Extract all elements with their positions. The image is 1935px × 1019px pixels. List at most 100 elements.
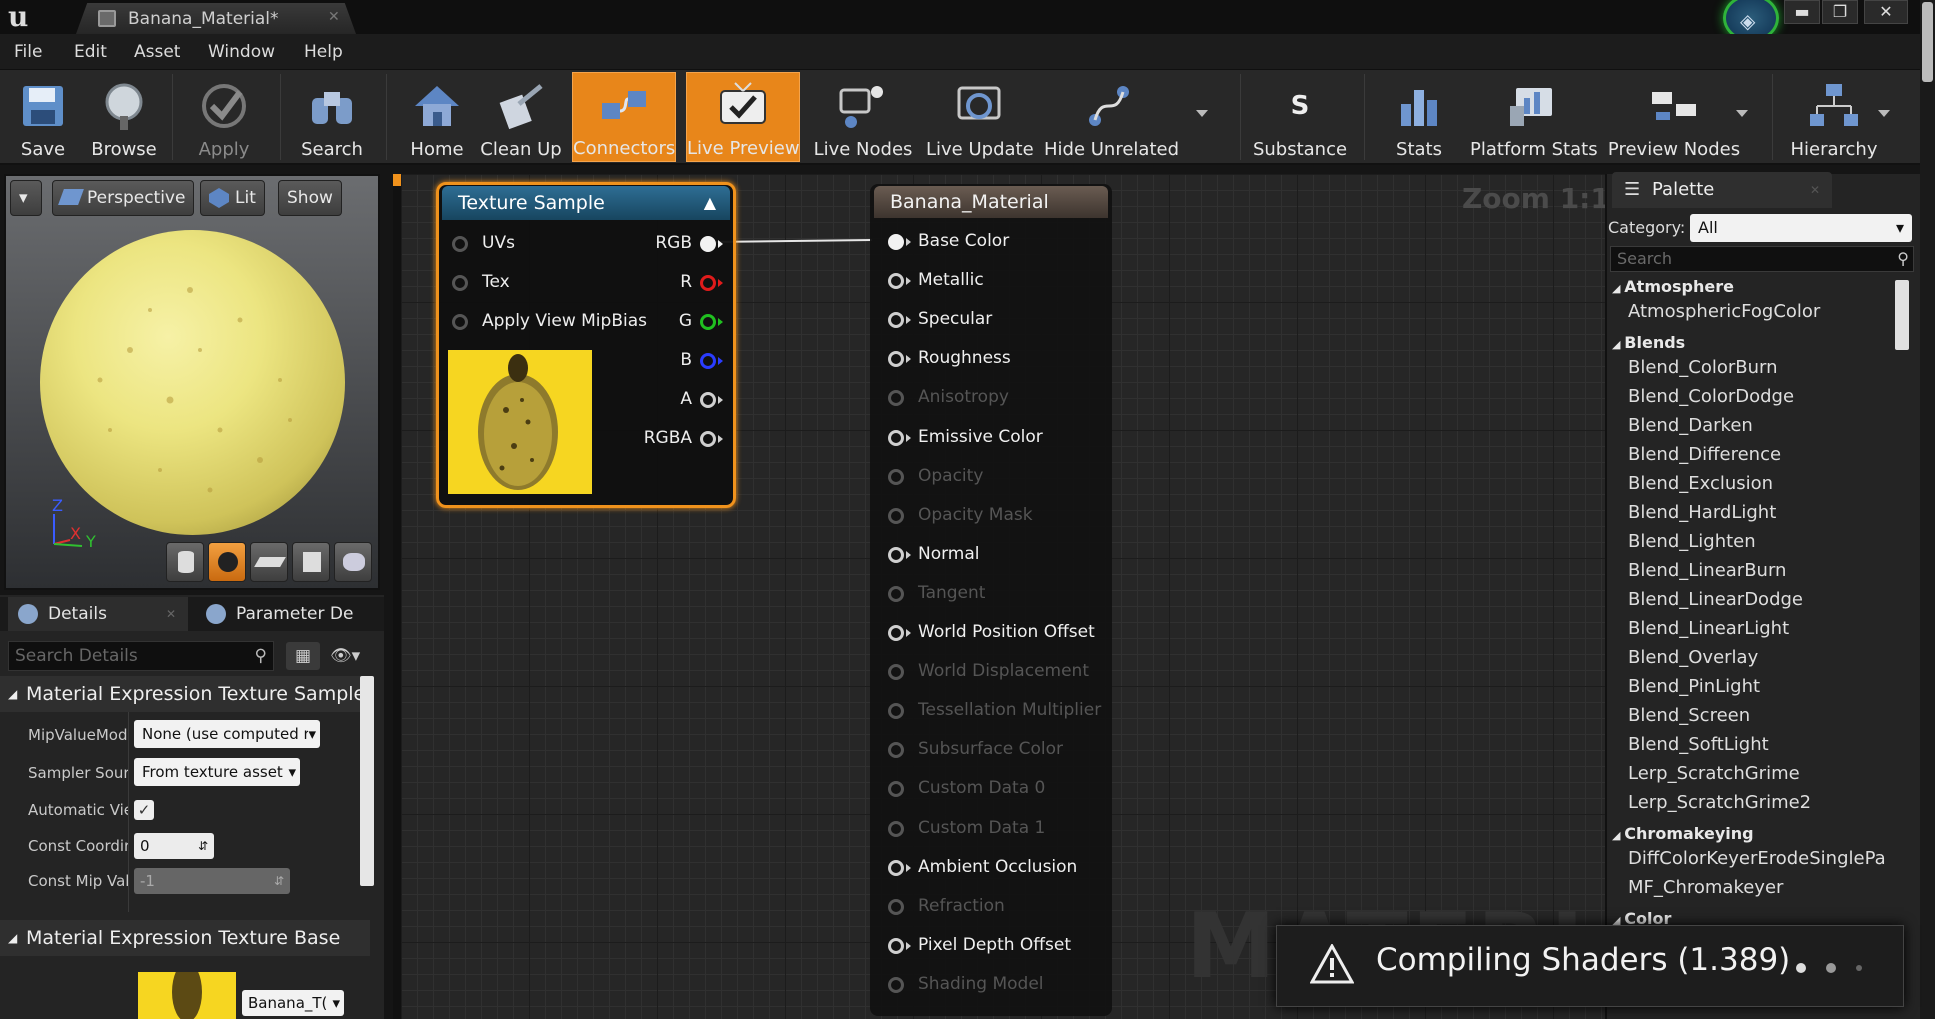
search-button[interactable]: Search: [292, 72, 372, 162]
visibility-options-button[interactable]: 👁▾: [330, 642, 376, 670]
output-pin-icon[interactable]: [700, 392, 716, 408]
category-combo[interactable]: All ▾: [1690, 214, 1912, 242]
tab-palette[interactable]: ☰ Palette ✕: [1612, 172, 1832, 208]
palette-item[interactable]: Lerp_ScratchGrime2: [1628, 792, 1811, 813]
close-tab-icon[interactable]: ✕: [1810, 172, 1820, 208]
substance-button[interactable]: S Substance: [1252, 72, 1348, 162]
material-input-pin-icon[interactable]: [888, 938, 904, 954]
section-texture-base[interactable]: ◢ Material Expression Texture Base: [0, 920, 370, 956]
palette-category[interactable]: ◢ Blends: [1612, 333, 1685, 352]
palette-item[interactable]: Blend_Screen: [1628, 705, 1750, 726]
palette-item[interactable]: Blend_ColorBurn: [1628, 357, 1778, 378]
connectors-button[interactable]: Connectors: [572, 72, 676, 162]
palette-item[interactable]: Blend_Exclusion: [1628, 473, 1773, 494]
live-preview-button[interactable]: Live Preview: [686, 72, 800, 162]
close-tab-icon[interactable]: ✕: [328, 9, 340, 25]
apply-button[interactable]: Apply: [184, 72, 264, 162]
mesh-preview-button[interactable]: [334, 542, 372, 582]
minimize-window-button[interactable]: ▬: [1784, 0, 1820, 24]
close-tab-icon[interactable]: ✕: [166, 597, 176, 631]
output-pin-icon[interactable]: [700, 236, 716, 252]
hierarchy-dropdown-icon[interactable]: [1878, 110, 1890, 117]
grid-view-button[interactable]: ▦: [286, 642, 320, 670]
details-scrollbar[interactable]: [360, 676, 374, 886]
const-coordinate-input[interactable]: 0 ⇵: [134, 833, 214, 859]
window-scroll-thumb[interactable]: [1922, 2, 1933, 82]
material-input-pin-icon[interactable]: [888, 312, 904, 328]
palette-item[interactable]: Blend_SoftLight: [1628, 734, 1769, 755]
palette-search-input[interactable]: Search ⚲: [1610, 246, 1914, 272]
output-pin-icon[interactable]: [700, 314, 716, 330]
platform-stats-button[interactable]: Platform Stats: [1470, 72, 1598, 162]
palette-item[interactable]: MF_Chromakeyer: [1628, 877, 1783, 898]
texture-sample-node-header[interactable]: Texture Sample ▲: [442, 186, 730, 220]
menu-window[interactable]: Window: [208, 42, 275, 62]
material-result-node-header[interactable]: Banana_Material: [874, 186, 1108, 218]
search-details-input[interactable]: Search Details ⚲: [8, 641, 274, 671]
material-input-pin-icon[interactable]: [888, 625, 904, 641]
palette-category[interactable]: ◢ Atmosphere: [1612, 277, 1734, 296]
sphere-preview-button[interactable]: [208, 542, 246, 582]
palette-item[interactable]: Blend_ColorDodge: [1628, 386, 1794, 407]
palette-item[interactable]: DiffColorKeyerErodeSinglePa: [1628, 848, 1886, 869]
close-window-button[interactable]: ✕: [1864, 0, 1908, 24]
menu-help[interactable]: Help: [304, 42, 343, 62]
home-button[interactable]: Home: [398, 72, 476, 162]
palette-item[interactable]: Blend_HardLight: [1628, 502, 1776, 523]
palette-scrollbar[interactable]: [1895, 280, 1909, 350]
browse-button[interactable]: Browse: [84, 72, 164, 162]
hierarchy-button[interactable]: Hierarchy: [1782, 72, 1886, 162]
palette-item[interactable]: Blend_PinLight: [1628, 676, 1760, 697]
lit-button[interactable]: Lit: [200, 180, 265, 216]
input-pin-icon[interactable]: [452, 314, 468, 330]
menu-asset[interactable]: Asset: [134, 42, 180, 62]
palette-category[interactable]: ◢ Chromakeying: [1612, 824, 1754, 843]
material-input-pin-icon[interactable]: [888, 430, 904, 446]
palette-item[interactable]: Blend_Difference: [1628, 444, 1781, 465]
perspective-button[interactable]: Perspective: [52, 180, 195, 216]
show-button[interactable]: Show: [278, 180, 342, 216]
material-input-pin-icon[interactable]: [888, 351, 904, 367]
cylinder-preview-button[interactable]: [166, 542, 204, 582]
live-nodes-button[interactable]: Live Nodes: [810, 72, 916, 162]
palette-item[interactable]: AtmosphericFogColor: [1628, 301, 1820, 322]
input-pin-icon[interactable]: [452, 236, 468, 252]
texture-thumbnail[interactable]: [138, 972, 236, 1019]
palette-item[interactable]: Blend_LinearBurn: [1628, 560, 1786, 581]
palette-item[interactable]: Blend_Lighten: [1628, 531, 1756, 552]
material-input-pin-icon[interactable]: [888, 234, 904, 250]
hide-unrelated-button[interactable]: Hide Unrelated: [1044, 72, 1179, 162]
material-input-pin-icon[interactable]: [888, 860, 904, 876]
palette-item[interactable]: Blend_LinearLight: [1628, 618, 1789, 639]
clean-up-button[interactable]: Clean Up: [480, 72, 562, 162]
output-pin-icon[interactable]: [700, 275, 716, 291]
palette-item[interactable]: Blend_Overlay: [1628, 647, 1758, 668]
window-scrollbar[interactable]: [1920, 0, 1935, 1019]
live-update-button[interactable]: Live Update: [926, 72, 1034, 162]
viewport-options-button[interactable]: ▾: [10, 180, 42, 216]
collapse-triangle-icon[interactable]: ▲: [704, 186, 716, 220]
automatic-view-mip-checkbox[interactable]: ✓: [134, 800, 154, 820]
const-mip-value-input[interactable]: -1 ⇵: [134, 868, 290, 894]
preview-nodes-button[interactable]: Preview Nodes: [1604, 72, 1744, 162]
material-input-pin-icon[interactable]: [888, 273, 904, 289]
document-tab[interactable]: Banana_Material* ✕: [76, 3, 356, 34]
output-pin-icon[interactable]: [700, 353, 716, 369]
tab-details[interactable]: Details ✕: [8, 597, 188, 631]
material-input-pin-icon[interactable]: [888, 547, 904, 563]
mip-value-mode-combo[interactable]: None (use computed r ▾: [134, 720, 320, 748]
save-button[interactable]: Save: [8, 72, 78, 162]
input-pin-icon[interactable]: [452, 275, 468, 291]
tab-parameter-defaults[interactable]: Parameter De: [196, 597, 374, 631]
maximize-window-button[interactable]: ❐: [1822, 0, 1858, 24]
output-pin-icon[interactable]: [700, 431, 716, 447]
sampler-source-combo[interactable]: From texture asset ▾: [134, 758, 300, 786]
palette-item[interactable]: Lerp_ScratchGrime: [1628, 763, 1800, 784]
palette-item[interactable]: Blend_LinearDodge: [1628, 589, 1803, 610]
menu-file[interactable]: File: [14, 42, 42, 62]
plane-preview-button[interactable]: [250, 542, 288, 582]
stats-button[interactable]: Stats: [1376, 72, 1462, 162]
section-texture-sample[interactable]: ◢ Material Expression Texture Sample: [0, 676, 370, 712]
menu-edit[interactable]: Edit: [74, 42, 107, 62]
preview-nodes-dropdown-icon[interactable]: [1736, 110, 1748, 117]
